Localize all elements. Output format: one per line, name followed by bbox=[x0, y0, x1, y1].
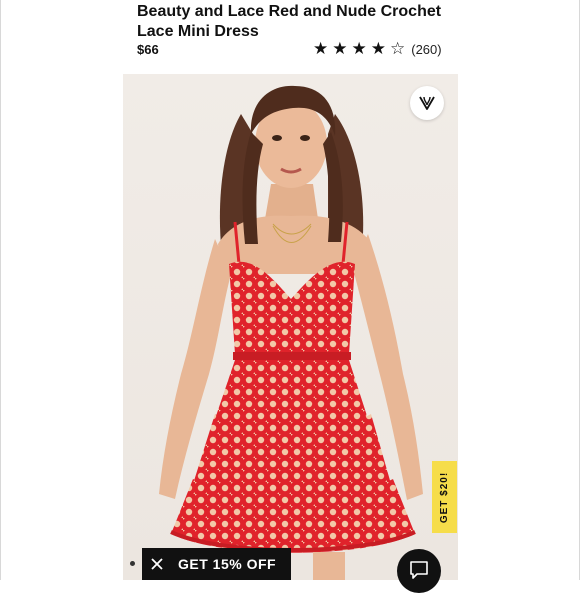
star-filled-icon: ★ bbox=[370, 39, 386, 58]
page-border-left bbox=[0, 0, 1, 580]
star-empty-icon: ☆ bbox=[390, 39, 406, 58]
product-title: Beauty and Lace Red and Nude Crochet Lac… bbox=[137, 3, 442, 40]
get-20-label: GET $20! bbox=[439, 471, 451, 523]
model-illustration bbox=[159, 85, 423, 580]
close-promo-button[interactable] bbox=[142, 557, 172, 571]
product-rating[interactable]: ★ ★ ★ ★ ☆ (260) bbox=[313, 40, 442, 58]
v-heart-logo-icon bbox=[419, 96, 435, 110]
carousel-dot[interactable] bbox=[130, 561, 135, 566]
review-count[interactable]: (260) bbox=[411, 42, 441, 57]
close-icon bbox=[151, 558, 163, 570]
star-filled-icon: ★ bbox=[313, 39, 329, 58]
star-filled-icon: ★ bbox=[351, 39, 367, 58]
get-20-side-tab[interactable]: GET $20! bbox=[432, 461, 457, 533]
promo-bar[interactable]: GET 15% OFF bbox=[142, 548, 291, 580]
chat-button[interactable] bbox=[397, 549, 441, 593]
wishlist-button[interactable] bbox=[410, 86, 444, 120]
product-price: $66 bbox=[137, 42, 159, 57]
product-photo[interactable] bbox=[123, 74, 458, 580]
star-filled-icon: ★ bbox=[332, 39, 348, 58]
promo-label[interactable]: GET 15% OFF bbox=[178, 556, 276, 572]
chat-icon bbox=[410, 561, 428, 579]
